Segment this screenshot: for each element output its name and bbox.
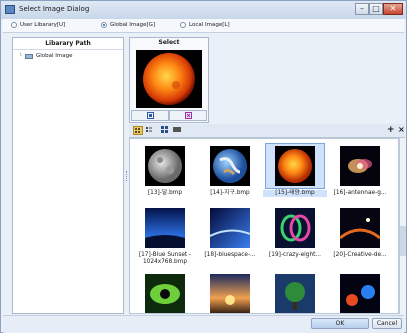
sunrise-thumbnail (210, 274, 250, 313)
tree-item-global-image[interactable]: └ Global Image (19, 53, 73, 59)
crazy-thumbnail (275, 208, 315, 248)
tree-thumbnail (275, 274, 315, 313)
bluespace-thumbnail (210, 208, 250, 248)
thumbnail-item[interactable]: [17]-Blue Sunset - 1024x768.bmp (133, 205, 197, 266)
thumbnail-item[interactable]: [16]-antennae-g... (328, 143, 392, 197)
list-view-button[interactable] (145, 126, 155, 135)
thumbnail-item[interactable]: [18]-bluespace-... (198, 205, 262, 259)
medium-grid-icon (161, 126, 168, 133)
galaxy-thumbnail (340, 146, 380, 186)
ok-button[interactable]: OK (311, 318, 369, 329)
thumbnail-item[interactable]: [20]-Creative-de... (328, 205, 392, 259)
thumbnail-frame (200, 205, 260, 251)
list-icon (146, 127, 152, 132)
thumbnail-item[interactable]: [15]-태양.bmp (263, 143, 327, 197)
thumbnail-item[interactable] (133, 271, 197, 313)
thumbnail-item[interactable] (328, 271, 392, 313)
library-path-header: Libarary Path (13, 38, 123, 50)
thumbnail-frame (265, 205, 325, 251)
radio-local-image[interactable]: Local Image[L] (180, 22, 230, 28)
view-toolbar: + × (129, 124, 405, 138)
tree-line-icon: └ (19, 53, 23, 59)
radio-label: Global Image[G] (110, 22, 156, 28)
thumbnail-item[interactable] (263, 271, 327, 313)
dialog-footer: OK Cancel (3, 315, 404, 333)
thumbnail-frame (200, 143, 260, 189)
thumbnail-item[interactable]: [19]-crazy-eight... (263, 205, 327, 259)
remove-image-button[interactable]: × (398, 126, 407, 135)
thumbnail-caption: [16]-antennae-g... (333, 190, 387, 196)
tree-item-label: Global Image (36, 53, 73, 59)
vertical-scrollbar[interactable] (399, 138, 406, 314)
thumbnail-frame (330, 205, 390, 251)
large-grid-icon (135, 128, 140, 133)
thumbnail-item[interactable]: [14]-지구.bmp (198, 143, 262, 197)
dialog-title: Select Image Dialog (19, 5, 90, 13)
thumbnail-caption: [14]-지구.bmp (210, 190, 250, 196)
x-icon: × (398, 125, 405, 134)
thumbnail-frame (135, 271, 195, 313)
clear-selection-button[interactable] (169, 110, 207, 121)
creative-thumbnail (340, 208, 380, 248)
thumbnail-frame (330, 143, 390, 189)
thumbnail-frame (200, 271, 260, 313)
thumbnail-frame (135, 205, 195, 251)
fit-button[interactable] (131, 110, 169, 121)
large-icons-view-button[interactable] (133, 126, 143, 135)
plus-icon: + (387, 125, 395, 135)
close-button[interactable]: ✕ (383, 3, 403, 15)
eye-thumbnail (145, 274, 185, 313)
library-path-panel: Libarary Path └ Global Image (12, 37, 124, 314)
source-radio-group: User Libarary[U] Global Image[G] Local I… (3, 19, 404, 33)
thumbnail-caption: [17]-Blue Sunset - 1024x768.bmp (138, 252, 192, 265)
thumbnail-caption: [19]-crazy-eight... (269, 252, 321, 258)
space-orbs-thumbnail (340, 274, 380, 313)
folder-icon (25, 53, 34, 59)
thumbnail-grid: [13]-달.bmp [14]-지구.bmp [15]-태양.bmp [16]-ant… (129, 138, 399, 314)
thumbnail-item[interactable] (198, 271, 262, 313)
thumbnail-caption: [18]-bluespace-... (204, 252, 256, 258)
title-bar[interactable]: Select Image Dialog – □ ✕ (1, 1, 406, 19)
thumbnail-caption: [15]-태양.bmp (263, 190, 327, 197)
cancel-button[interactable]: Cancel (372, 318, 402, 329)
thumbnail-frame (265, 271, 325, 313)
detail-view-button[interactable] (173, 126, 183, 135)
scrollbar-thumb[interactable] (400, 226, 406, 256)
thumbnail-frame (135, 143, 195, 189)
app-icon (5, 5, 15, 14)
blue-sunset-thumbnail (145, 208, 185, 248)
radio-circle (180, 22, 186, 28)
radio-circle-checked (101, 22, 107, 28)
radio-label: User Libarary[U] (20, 22, 66, 28)
maximize-button[interactable]: □ (369, 3, 383, 15)
thumbnail-caption: [20]-Creative-de... (333, 252, 387, 258)
thumbnail-frame (265, 143, 325, 189)
thumbnail-item[interactable]: [13]-달.bmp (133, 143, 197, 197)
clear-icon (184, 112, 192, 119)
earth-thumbnail (210, 146, 250, 186)
minimize-button[interactable]: – (355, 3, 369, 15)
select-preview-panel: Select (129, 37, 209, 123)
radio-label: Local Image[L] (189, 22, 230, 28)
moon-thumbnail (145, 146, 185, 186)
fit-icon (146, 112, 154, 119)
sun-thumbnail (275, 146, 315, 186)
sun-thumbnail (136, 50, 202, 108)
thumbnail-frame (330, 271, 390, 313)
radio-circle (11, 22, 17, 28)
detail-icon (173, 127, 181, 132)
thumbnail-caption: [13]-달.bmp (147, 190, 183, 196)
select-header: Select (158, 39, 180, 46)
add-image-button[interactable]: + (387, 126, 397, 135)
select-image-dialog: Select Image Dialog – □ ✕ User Libarary[… (0, 0, 407, 333)
selected-image-preview (136, 50, 202, 108)
medium-icons-view-button[interactable] (161, 126, 171, 135)
radio-global-image[interactable]: Global Image[G] (101, 22, 155, 28)
preview-actions (131, 110, 207, 121)
radio-user-library[interactable]: User Libarary[U] (11, 22, 65, 28)
